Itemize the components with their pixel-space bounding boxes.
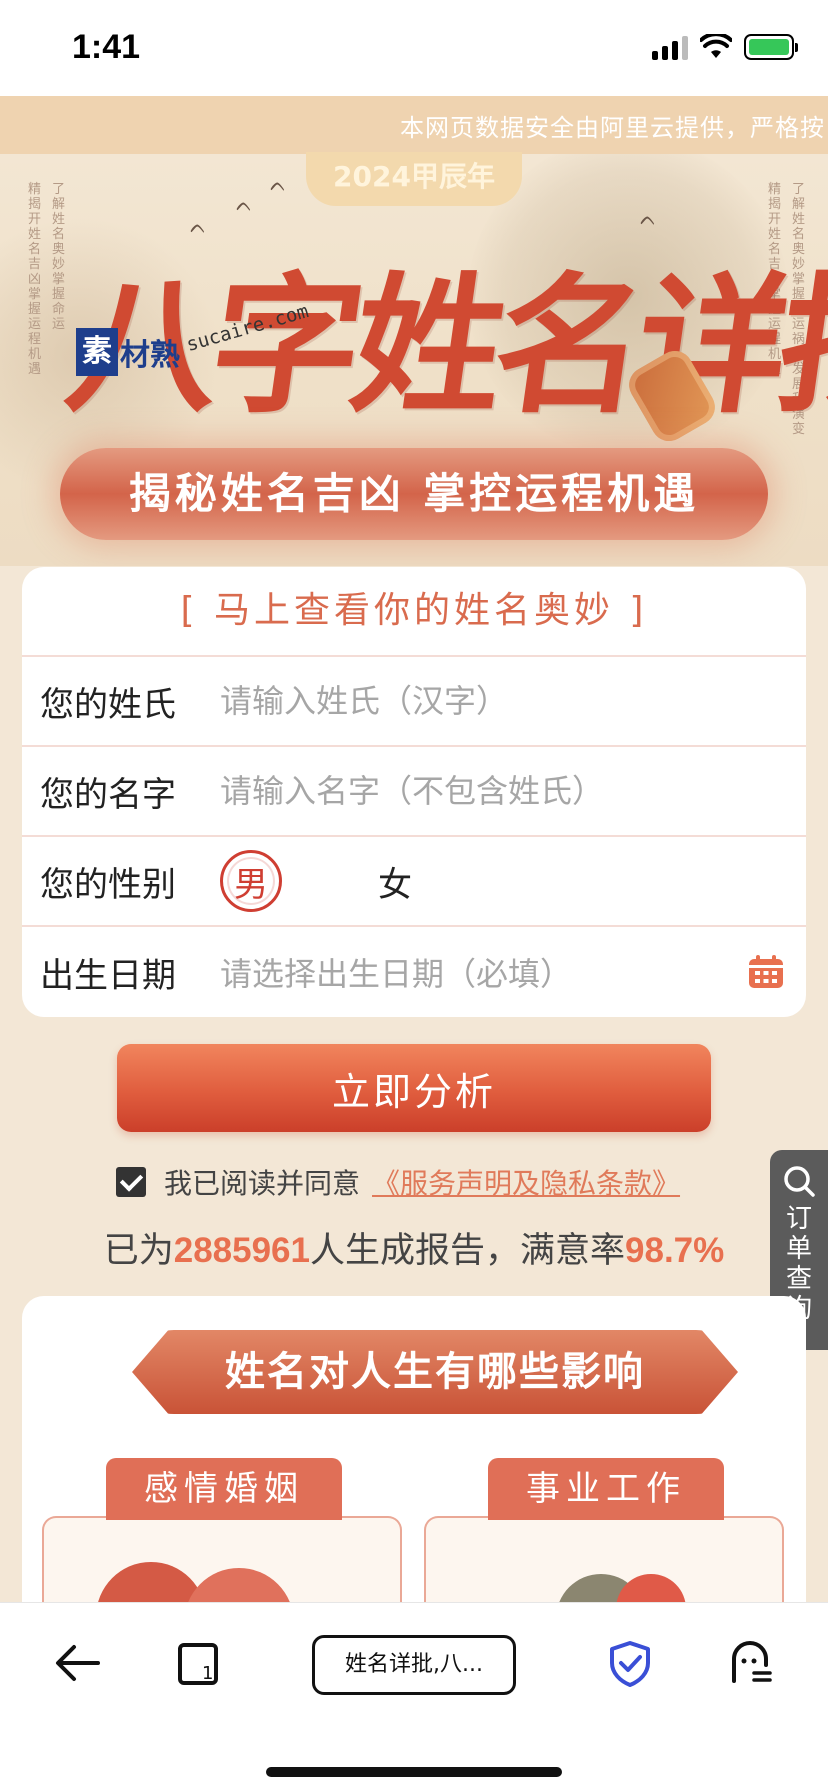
battery-charging-icon: [744, 34, 798, 60]
influence-title: 姓名对人生有哪些影响: [225, 1349, 645, 1395]
stats-rate: 98.7%: [625, 1231, 725, 1270]
name-label: 您的名字: [40, 774, 176, 815]
status-icons: [652, 34, 798, 60]
gender-female-option[interactable]: 女: [364, 850, 426, 912]
gender-label: 您的性别: [40, 864, 176, 905]
back-arrow-icon[interactable]: [52, 1637, 104, 1689]
birth-date-label: 出生日期: [40, 955, 176, 996]
home-indicator: [266, 1767, 562, 1777]
surname-label: 您的姓氏: [40, 684, 176, 725]
stats-count: 2885961: [173, 1231, 310, 1270]
search-icon: [784, 1166, 815, 1197]
status-time: 1:41: [72, 28, 141, 66]
agreement-checkbox[interactable]: [116, 1167, 146, 1197]
status-bar: 1:41: [0, 0, 828, 96]
birth-date-row[interactable]: 出生日期 请选择出生日期（必填）: [22, 927, 806, 1017]
gender-male-option[interactable]: 男: [220, 850, 282, 912]
surname-input[interactable]: [220, 682, 806, 720]
agreement-text: 我已阅读并同意: [164, 1167, 361, 1200]
side-text-left-2: 了解姓名奥妙掌握命运: [52, 182, 66, 332]
stats-middle: 人生成报告，满意率: [310, 1231, 626, 1271]
name-input[interactable]: [220, 772, 806, 810]
stats-line: 已为2885961人生成报告，满意率98.7%: [0, 1222, 828, 1273]
notice-strip: 本网页数据安全由阿里云提供，严格按: [0, 96, 828, 154]
cellular-signal-icon: [652, 34, 688, 60]
analyze-button[interactable]: 立即分析: [117, 1044, 711, 1132]
incognito-menu-icon[interactable]: [724, 1637, 776, 1689]
bird-icon: ᨈ: [270, 172, 287, 196]
form-heading: [ 马上查看你的姓名奥妙 ]: [22, 567, 806, 657]
stats-prefix: 已为: [103, 1231, 174, 1271]
browser-toolbar: 1 姓名详批,八...: [0, 1602, 828, 1792]
current-tab-title[interactable]: 姓名详批,八...: [312, 1635, 516, 1695]
year-badge: 2024甲辰年: [306, 152, 522, 206]
name-row: 您的名字: [22, 747, 806, 837]
hero-subtitle: 揭秘姓名吉凶 掌控运程机遇: [128, 469, 700, 518]
category-tab-career[interactable]: 事业工作: [488, 1458, 724, 1520]
bird-icon: ᨈ: [190, 214, 207, 238]
svg-text:1: 1: [202, 1663, 213, 1684]
gender-row: 您的性别 男 女: [22, 837, 806, 927]
shield-check-icon[interactable]: [604, 1637, 656, 1689]
tabs-icon[interactable]: 1: [172, 1637, 224, 1689]
category-tab-love[interactable]: 感情婚姻: [106, 1458, 342, 1520]
watermark-logo: 素 材熟: [76, 328, 180, 376]
name-form: [ 马上查看你的姓名奥妙 ] 您的姓氏 您的名字 您的性别 男 女 出生日期 请…: [22, 567, 806, 1017]
bird-icon: ᨈ: [640, 206, 657, 230]
bird-icon: ᨈ: [236, 192, 253, 216]
calendar-icon[interactable]: [748, 955, 784, 989]
wifi-icon: [700, 34, 732, 58]
hero-banner: 本网页数据安全由阿里云提供，严格按 2024甲辰年 精揭开姓名吉凶 掌握运程机遇…: [0, 96, 828, 566]
agreement-row: 我已阅读并同意 《服务声明及隐私条款》: [116, 1162, 680, 1202]
privacy-terms-link[interactable]: 《服务声明及隐私条款》: [372, 1162, 680, 1202]
notice-text: 本网页数据安全由阿里云提供，严格按: [400, 114, 825, 142]
influence-section: 姓名对人生有哪些影响 感情婚姻 事业工作: [22, 1296, 806, 1656]
side-text-left-1: 精揭开姓名吉凶 掌握运程机遇: [28, 182, 42, 377]
surname-row: 您的姓氏: [22, 657, 806, 747]
birth-date-field[interactable]: 请选择出生日期（必填）: [220, 949, 572, 995]
